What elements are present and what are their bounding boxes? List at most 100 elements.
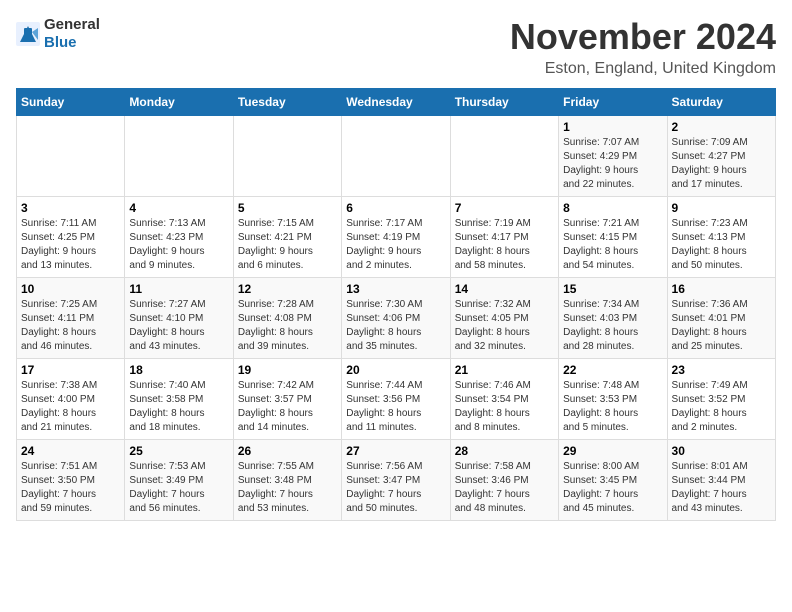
calendar-day-cell (125, 116, 233, 197)
calendar-week-row: 3Sunrise: 7:11 AM Sunset: 4:25 PM Daylig… (17, 197, 776, 278)
day-detail: Sunrise: 7:48 AM Sunset: 3:53 PM Dayligh… (563, 379, 662, 435)
day-number: 18 (129, 363, 228, 377)
title-area: November 2024 Eston, England, United Kin… (510, 16, 776, 78)
day-detail: Sunrise: 7:17 AM Sunset: 4:19 PM Dayligh… (346, 217, 445, 273)
day-detail: Sunrise: 7:11 AM Sunset: 4:25 PM Dayligh… (21, 217, 120, 273)
day-detail: Sunrise: 7:30 AM Sunset: 4:06 PM Dayligh… (346, 298, 445, 354)
day-detail: Sunrise: 8:01 AM Sunset: 3:44 PM Dayligh… (672, 460, 771, 516)
day-number: 4 (129, 201, 228, 215)
weekday-header: Wednesday (342, 89, 450, 116)
day-detail: Sunrise: 7:28 AM Sunset: 4:08 PM Dayligh… (238, 298, 337, 354)
day-detail: Sunrise: 7:44 AM Sunset: 3:56 PM Dayligh… (346, 379, 445, 435)
calendar-day-cell: 4 Sunrise: 7:13 AM Sunset: 4:23 PM Daylig… (125, 197, 233, 278)
day-number: 6 (346, 201, 445, 215)
day-number: 27 (346, 444, 445, 458)
day-detail: Sunrise: 7:40 AM Sunset: 3:58 PM Dayligh… (129, 379, 228, 435)
calendar-subtitle: Eston, England, United Kingdom (510, 60, 776, 78)
day-number: 21 (455, 363, 554, 377)
calendar-day-cell: 24 Sunrise: 7:51 AM Sunset: 3:50 PM Dayli… (17, 440, 125, 521)
day-detail: Sunrise: 7:53 AM Sunset: 3:49 PM Dayligh… (129, 460, 228, 516)
calendar-day-cell: 17Sunrise: 7:38 AM Sunset: 4:00 PM Dayli… (17, 359, 125, 440)
day-number: 19 (238, 363, 337, 377)
calendar-day-cell (233, 116, 341, 197)
calendar-day-cell (450, 116, 558, 197)
calendar-day-cell: 29 Sunrise: 8:00 AM Sunset: 3:45 PM Dayli… (559, 440, 667, 521)
calendar-day-cell: 26 Sunrise: 7:55 AM Sunset: 3:48 PM Dayli… (233, 440, 341, 521)
calendar-week-row: 10 Sunrise: 7:25 AM Sunset: 4:11 PM Dayli… (17, 278, 776, 359)
calendar-day-cell: 13 Sunrise: 7:30 AM Sunset: 4:06 PM Dayli… (342, 278, 450, 359)
calendar-day-cell: 30Sunrise: 8:01 AM Sunset: 3:44 PM Dayli… (667, 440, 775, 521)
day-detail: Sunrise: 7:27 AM Sunset: 4:10 PM Dayligh… (129, 298, 228, 354)
header: General Blue November 2024 Eston, Englan… (16, 16, 776, 78)
calendar-day-cell: 1 Sunrise: 7:07 AM Sunset: 4:29 PM Daylig… (559, 116, 667, 197)
day-number: 2 (672, 120, 771, 134)
calendar-day-cell: 20 Sunrise: 7:44 AM Sunset: 3:56 PM Dayli… (342, 359, 450, 440)
weekday-header: Friday (559, 89, 667, 116)
day-number: 26 (238, 444, 337, 458)
calendar-day-cell: 16 Sunrise: 7:36 AM Sunset: 4:01 PM Dayli… (667, 278, 775, 359)
day-detail: Sunrise: 8:00 AM Sunset: 3:45 PM Dayligh… (563, 460, 662, 516)
day-detail: Sunrise: 7:19 AM Sunset: 4:17 PM Dayligh… (455, 217, 554, 273)
logo-icon (16, 22, 40, 46)
calendar-day-cell: 19 Sunrise: 7:42 AM Sunset: 3:57 PM Dayli… (233, 359, 341, 440)
day-number: 16 (672, 282, 771, 296)
day-detail: Sunrise: 7:46 AM Sunset: 3:54 PM Dayligh… (455, 379, 554, 435)
day-detail: Sunrise: 7:42 AM Sunset: 3:57 PM Dayligh… (238, 379, 337, 435)
calendar-day-cell: 23 Sunrise: 7:49 AM Sunset: 3:52 PM Dayli… (667, 359, 775, 440)
day-detail: Sunrise: 7:38 AM Sunset: 4:00 PM Dayligh… (21, 379, 120, 435)
day-number: 12 (238, 282, 337, 296)
calendar-day-cell: 9 Sunrise: 7:23 AM Sunset: 4:13 PM Daylig… (667, 197, 775, 278)
day-detail: Sunrise: 7:36 AM Sunset: 4:01 PM Dayligh… (672, 298, 771, 354)
logo: General Blue (16, 16, 100, 52)
day-number: 20 (346, 363, 445, 377)
weekday-header: Saturday (667, 89, 775, 116)
logo-general-text: General (44, 16, 100, 33)
day-detail: Sunrise: 7:23 AM Sunset: 4:13 PM Dayligh… (672, 217, 771, 273)
day-detail: Sunrise: 7:25 AM Sunset: 4:11 PM Dayligh… (21, 298, 120, 354)
calendar-week-row: 1 Sunrise: 7:07 AM Sunset: 4:29 PM Daylig… (17, 116, 776, 197)
day-number: 14 (455, 282, 554, 296)
day-number: 1 (563, 120, 662, 134)
day-detail: Sunrise: 7:09 AM Sunset: 4:27 PM Dayligh… (672, 136, 771, 192)
calendar-week-row: 24 Sunrise: 7:51 AM Sunset: 3:50 PM Dayli… (17, 440, 776, 521)
day-number: 24 (21, 444, 120, 458)
calendar-day-cell: 7 Sunrise: 7:19 AM Sunset: 4:17 PM Daylig… (450, 197, 558, 278)
calendar-title: November 2024 (510, 16, 776, 58)
calendar-day-cell: 11 Sunrise: 7:27 AM Sunset: 4:10 PM Dayli… (125, 278, 233, 359)
day-number: 29 (563, 444, 662, 458)
day-number: 5 (238, 201, 337, 215)
day-number: 13 (346, 282, 445, 296)
calendar-day-cell: 14Sunrise: 7:32 AM Sunset: 4:05 PM Dayli… (450, 278, 558, 359)
calendar-day-cell: 6 Sunrise: 7:17 AM Sunset: 4:19 PM Daylig… (342, 197, 450, 278)
weekday-header: Monday (125, 89, 233, 116)
day-detail: Sunrise: 7:15 AM Sunset: 4:21 PM Dayligh… (238, 217, 337, 273)
calendar-day-cell: 21 Sunrise: 7:46 AM Sunset: 3:54 PM Dayli… (450, 359, 558, 440)
calendar-day-cell (17, 116, 125, 197)
calendar-day-cell: 2 Sunrise: 7:09 AM Sunset: 4:27 PM Daylig… (667, 116, 775, 197)
calendar-day-cell (342, 116, 450, 197)
calendar-day-cell: 8Sunrise: 7:21 AM Sunset: 4:15 PM Daylig… (559, 197, 667, 278)
calendar-day-cell: 12 Sunrise: 7:28 AM Sunset: 4:08 PM Dayli… (233, 278, 341, 359)
day-number: 28 (455, 444, 554, 458)
calendar-week-row: 17Sunrise: 7:38 AM Sunset: 4:00 PM Dayli… (17, 359, 776, 440)
weekday-header: Thursday (450, 89, 558, 116)
day-detail: Sunrise: 7:13 AM Sunset: 4:23 PM Dayligh… (129, 217, 228, 273)
logo-blue-text: Blue (44, 34, 77, 51)
day-number: 11 (129, 282, 228, 296)
day-detail: Sunrise: 7:51 AM Sunset: 3:50 PM Dayligh… (21, 460, 120, 516)
calendar-day-cell: 15Sunrise: 7:34 AM Sunset: 4:03 PM Dayli… (559, 278, 667, 359)
day-detail: Sunrise: 7:07 AM Sunset: 4:29 PM Dayligh… (563, 136, 662, 192)
day-detail: Sunrise: 7:49 AM Sunset: 3:52 PM Dayligh… (672, 379, 771, 435)
weekday-header: Sunday (17, 89, 125, 116)
day-number: 9 (672, 201, 771, 215)
calendar-day-cell: 25Sunrise: 7:53 AM Sunset: 3:49 PM Dayli… (125, 440, 233, 521)
calendar-day-cell: 5 Sunrise: 7:15 AM Sunset: 4:21 PM Daylig… (233, 197, 341, 278)
calendar-day-cell: 18 Sunrise: 7:40 AM Sunset: 3:58 PM Dayli… (125, 359, 233, 440)
calendar-day-cell: 28 Sunrise: 7:58 AM Sunset: 3:46 PM Dayli… (450, 440, 558, 521)
calendar-day-cell: 22Sunrise: 7:48 AM Sunset: 3:53 PM Dayli… (559, 359, 667, 440)
day-number: 23 (672, 363, 771, 377)
day-number: 10 (21, 282, 120, 296)
day-number: 7 (455, 201, 554, 215)
day-detail: Sunrise: 7:58 AM Sunset: 3:46 PM Dayligh… (455, 460, 554, 516)
day-detail: Sunrise: 7:55 AM Sunset: 3:48 PM Dayligh… (238, 460, 337, 516)
